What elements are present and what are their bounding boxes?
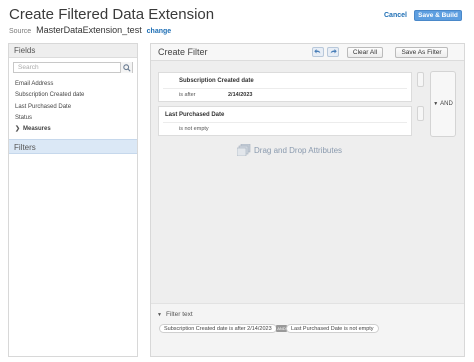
change-source-link[interactable]: change xyxy=(147,28,172,35)
source-row: Source MasterDataExtension_test change xyxy=(9,25,171,35)
drag-attributes-icon xyxy=(237,144,251,156)
search-placeholder: Search xyxy=(18,64,39,71)
caret-down-icon: ▼ xyxy=(433,101,439,107)
divider xyxy=(163,88,407,89)
measures-group[interactable]: ❯ Measures xyxy=(15,124,137,135)
condition-value[interactable]: 2/14/2023 xyxy=(228,92,252,98)
logic-operator-toggle[interactable]: ▼ AND xyxy=(430,71,456,137)
condition-field: Subscription Created date xyxy=(179,78,254,84)
field-item-subscription-created-date[interactable]: Subscription Created date xyxy=(15,90,137,101)
condition-drag-handle[interactable] xyxy=(417,72,424,87)
redo-icon[interactable] xyxy=(327,47,339,57)
field-item-email-address[interactable]: Email Address xyxy=(15,79,137,90)
source-value: MasterDataExtension_test xyxy=(36,25,142,35)
filter-text-toggle[interactable]: ▼ Filter text xyxy=(157,311,193,318)
filter-text-pill: Last Purchased Date is not empty xyxy=(286,324,379,333)
search-icon[interactable] xyxy=(120,62,132,73)
condition-field: Last Purchased Date xyxy=(165,112,225,118)
page-title: Create Filtered Data Extension xyxy=(9,6,215,23)
filters-tab[interactable]: Filters xyxy=(9,139,137,154)
clear-all-button[interactable]: Clear All xyxy=(347,47,383,58)
filter-text-pill: Subscription Created date is after 2/14/… xyxy=(159,324,277,333)
create-filtered-de-page: Create Filtered Data Extension Source Ma… xyxy=(0,0,474,362)
undo-icon[interactable] xyxy=(312,47,324,57)
field-search-input[interactable]: Search xyxy=(13,62,133,73)
condition-operator[interactable]: is not empty xyxy=(179,126,209,132)
chevron-right-icon: ❯ xyxy=(15,126,21,133)
field-item-last-purchased-date[interactable]: Last Purchased Date xyxy=(15,102,137,113)
condition-operator[interactable]: is after xyxy=(179,92,196,98)
filter-condition-card[interactable]: Last Purchased Date is not empty xyxy=(158,106,412,136)
drag-drop-hint: Drag and Drop Attributes xyxy=(237,144,342,156)
source-label: Source xyxy=(9,28,32,35)
filter-text-label: Filter text xyxy=(165,311,193,318)
cancel-link[interactable]: Cancel xyxy=(384,12,407,19)
measures-group-label: Measures xyxy=(23,126,51,133)
save-build-button[interactable]: Save & Build xyxy=(414,10,462,21)
condition-drag-handle[interactable] xyxy=(417,106,424,121)
triangle-down-icon: ▼ xyxy=(157,311,162,318)
logic-operator-label: AND xyxy=(440,101,453,107)
drag-hint-text: Drag and Drop Attributes xyxy=(254,145,343,155)
divider xyxy=(163,122,407,123)
field-item-status[interactable]: Status xyxy=(15,113,137,124)
filter-builder-title: Create Filter xyxy=(158,47,208,57)
fields-panel: Fields Search Email Address Subscription… xyxy=(8,43,138,357)
save-as-filter-button[interactable]: Save As Filter xyxy=(395,47,448,58)
filter-condition-card[interactable]: Subscription Created date is after 2/14/… xyxy=(158,72,412,102)
filter-builder-header: Create Filter Clear All Save As Filter xyxy=(151,44,464,61)
filter-text-section: ▼ Filter text Subscription Created date … xyxy=(151,303,464,356)
field-list: Email Address Subscription Created date … xyxy=(9,77,137,135)
filter-builder-panel: Create Filter Clear All Save As Filter S… xyxy=(150,43,465,357)
fields-panel-title: Fields xyxy=(9,44,137,58)
